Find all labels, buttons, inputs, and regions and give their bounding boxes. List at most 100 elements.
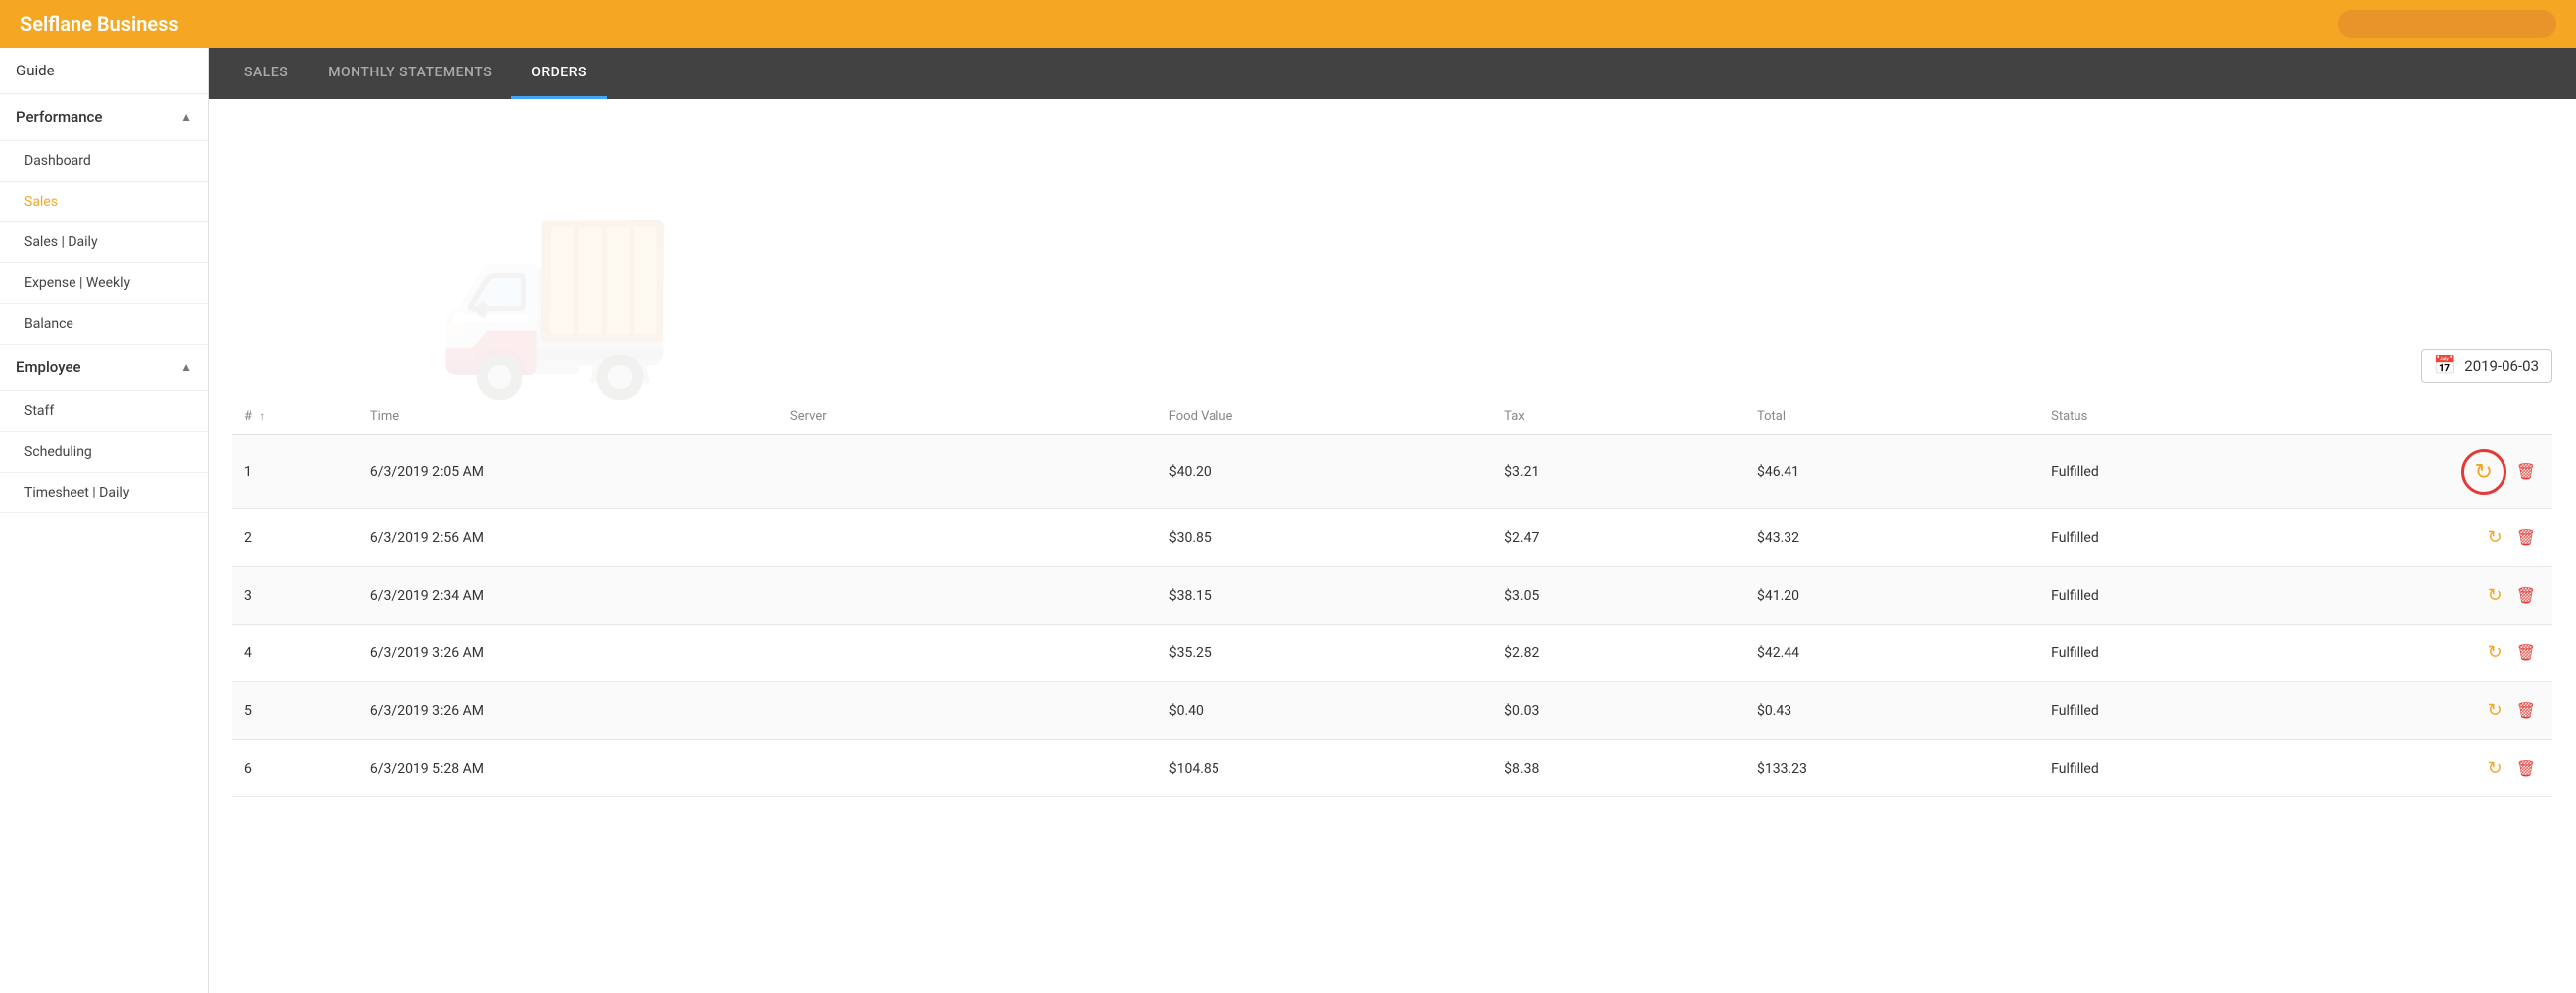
sidebar-performance-label: Performance bbox=[16, 108, 102, 126]
cell-time: 6/3/2019 3:26 AM bbox=[358, 682, 779, 740]
content-area: 🚚 📅 2019-06-03 # ↑ Tim bbox=[209, 99, 2576, 993]
cell-status: Fulfilled bbox=[2039, 509, 2333, 567]
col-header-num[interactable]: # ↑ bbox=[232, 399, 358, 435]
table-row: 6 6/3/2019 5:28 AM $104.85 $8.38 $133.23… bbox=[232, 740, 2552, 797]
sidebar-item-expense-weekly[interactable]: Expense | Weekly bbox=[0, 263, 208, 304]
table-header: # ↑ Time Server Food Value bbox=[232, 399, 2552, 435]
sidebar-item-timesheet-daily[interactable]: Timesheet | Daily bbox=[0, 473, 208, 513]
date-row: 📅 2019-06-03 bbox=[232, 349, 2552, 383]
action-buttons: ↻ 🗑 bbox=[2345, 696, 2540, 725]
col-header-time: Time bbox=[358, 399, 779, 435]
refresh-button[interactable]: ↻ bbox=[2484, 696, 2506, 725]
tab-monthly-statements[interactable]: MONTHLY STATEMENTS bbox=[308, 49, 511, 99]
delete-button[interactable]: 🗑 bbox=[2512, 639, 2540, 667]
cell-tax: $0.03 bbox=[1493, 682, 1745, 740]
cell-num: 3 bbox=[232, 567, 358, 625]
cell-server bbox=[779, 740, 1157, 797]
chevron-up-icon: ▲ bbox=[180, 110, 192, 124]
calendar-icon: 📅 bbox=[2434, 355, 2456, 376]
cell-food-value: $104.85 bbox=[1157, 740, 1493, 797]
sidebar: Guide Performance ▲ Dashboard Sales Sale… bbox=[0, 48, 209, 993]
sidebar-item-scheduling[interactable]: Scheduling bbox=[0, 432, 208, 473]
table-row: 1 6/3/2019 2:05 AM $40.20 $3.21 $46.41 F… bbox=[232, 435, 2552, 509]
app-header: Selflane Business bbox=[0, 0, 2576, 48]
cell-total: $43.32 bbox=[1745, 509, 2039, 567]
cell-total: $133.23 bbox=[1745, 740, 2039, 797]
delete-button[interactable]: 🗑 bbox=[2512, 697, 2540, 725]
cell-actions: ↻ 🗑 bbox=[2333, 435, 2552, 509]
cell-tax: $2.47 bbox=[1493, 509, 1745, 567]
cell-food-value: $30.85 bbox=[1157, 509, 1493, 567]
orders-table: # ↑ Time Server Food Value bbox=[232, 399, 2552, 797]
cell-server bbox=[779, 435, 1157, 509]
cell-time: 6/3/2019 2:56 AM bbox=[358, 509, 779, 567]
cell-status: Fulfilled bbox=[2039, 567, 2333, 625]
cell-tax: $2.82 bbox=[1493, 625, 1745, 682]
sidebar-item-sales[interactable]: Sales bbox=[0, 182, 208, 222]
sort-asc-icon: ↑ bbox=[259, 409, 265, 423]
cell-actions: ↻ 🗑 bbox=[2333, 740, 2552, 797]
cell-time: 6/3/2019 3:26 AM bbox=[358, 625, 779, 682]
cell-num: 2 bbox=[232, 509, 358, 567]
cell-actions: ↻ 🗑 bbox=[2333, 682, 2552, 740]
delete-button[interactable]: 🗑 bbox=[2512, 582, 2540, 610]
refresh-button[interactable]: ↻ bbox=[2484, 638, 2506, 667]
refresh-button[interactable]: ↻ bbox=[2484, 581, 2506, 610]
sidebar-item-staff[interactable]: Staff bbox=[0, 391, 208, 432]
header-user-area[interactable] bbox=[2338, 10, 2556, 38]
cell-tax: $8.38 bbox=[1493, 740, 1745, 797]
cell-time: 6/3/2019 2:05 AM bbox=[358, 435, 779, 509]
cell-status: Fulfilled bbox=[2039, 740, 2333, 797]
col-header-server: Server bbox=[779, 399, 1157, 435]
action-buttons: ↻ 🗑 bbox=[2345, 581, 2540, 610]
col-header-tax: Tax bbox=[1493, 399, 1745, 435]
table-body: 1 6/3/2019 2:05 AM $40.20 $3.21 $46.41 F… bbox=[232, 435, 2552, 797]
sidebar-item-sales-daily[interactable]: Sales | Daily bbox=[0, 222, 208, 263]
sidebar-item-guide-label: Guide bbox=[16, 62, 55, 79]
cell-time: 6/3/2019 5:28 AM bbox=[358, 740, 779, 797]
main-content: SALES MONTHLY STATEMENTS ORDERS 🚚 📅 2019… bbox=[209, 48, 2576, 993]
delete-button[interactable]: 🗑 bbox=[2512, 755, 2540, 782]
date-picker-value: 2019-06-03 bbox=[2464, 357, 2539, 375]
delete-button[interactable]: 🗑 bbox=[2512, 458, 2540, 486]
sidebar-timesheet-daily-label: Timesheet | Daily bbox=[24, 485, 129, 500]
refresh-button[interactable]: ↻ bbox=[2484, 754, 2506, 782]
col-header-actions bbox=[2333, 399, 2552, 435]
refresh-button[interactable]: ↻ bbox=[2484, 523, 2506, 552]
cell-num: 1 bbox=[232, 435, 358, 509]
action-buttons: ↻ 🗑 bbox=[2345, 638, 2540, 667]
cell-num: 5 bbox=[232, 682, 358, 740]
col-header-total: Total bbox=[1745, 399, 2039, 435]
sidebar-item-balance[interactable]: Balance bbox=[0, 304, 208, 345]
sidebar-section-employee[interactable]: Employee ▲ bbox=[0, 345, 208, 391]
cell-status: Fulfilled bbox=[2039, 435, 2333, 509]
sidebar-item-guide[interactable]: Guide bbox=[0, 48, 208, 94]
sidebar-dashboard-label: Dashboard bbox=[24, 153, 91, 169]
table-row: 2 6/3/2019 2:56 AM $30.85 $2.47 $43.32 F… bbox=[232, 509, 2552, 567]
date-picker[interactable]: 📅 2019-06-03 bbox=[2421, 349, 2552, 383]
cell-total: $42.44 bbox=[1745, 625, 2039, 682]
cell-total: $46.41 bbox=[1745, 435, 2039, 509]
cell-status: Fulfilled bbox=[2039, 682, 2333, 740]
cell-total: $41.20 bbox=[1745, 567, 2039, 625]
tab-sales[interactable]: SALES bbox=[224, 49, 308, 99]
cell-num: 4 bbox=[232, 625, 358, 682]
table-row: 5 6/3/2019 3:26 AM $0.40 $0.03 $0.43 Ful… bbox=[232, 682, 2552, 740]
cell-food-value: $38.15 bbox=[1157, 567, 1493, 625]
app-title: Selflane Business bbox=[20, 12, 179, 36]
cell-total: $0.43 bbox=[1745, 682, 2039, 740]
tab-orders[interactable]: ORDERS bbox=[511, 49, 607, 99]
delete-button[interactable]: 🗑 bbox=[2512, 524, 2540, 552]
sidebar-employee-label: Employee bbox=[16, 358, 81, 376]
cell-food-value: $40.20 bbox=[1157, 435, 1493, 509]
cell-time: 6/3/2019 2:34 AM bbox=[358, 567, 779, 625]
sidebar-staff-label: Staff bbox=[24, 403, 54, 419]
sidebar-scheduling-label: Scheduling bbox=[24, 444, 92, 460]
table-row: 4 6/3/2019 3:26 AM $35.25 $2.82 $42.44 F… bbox=[232, 625, 2552, 682]
action-buttons: ↻ 🗑 bbox=[2345, 754, 2540, 782]
cell-food-value: $0.40 bbox=[1157, 682, 1493, 740]
sidebar-item-dashboard[interactable]: Dashboard bbox=[0, 141, 208, 182]
sidebar-section-performance[interactable]: Performance ▲ bbox=[0, 94, 208, 141]
cell-tax: $3.21 bbox=[1493, 435, 1745, 509]
refresh-button-highlighted[interactable]: ↻ bbox=[2461, 449, 2506, 495]
